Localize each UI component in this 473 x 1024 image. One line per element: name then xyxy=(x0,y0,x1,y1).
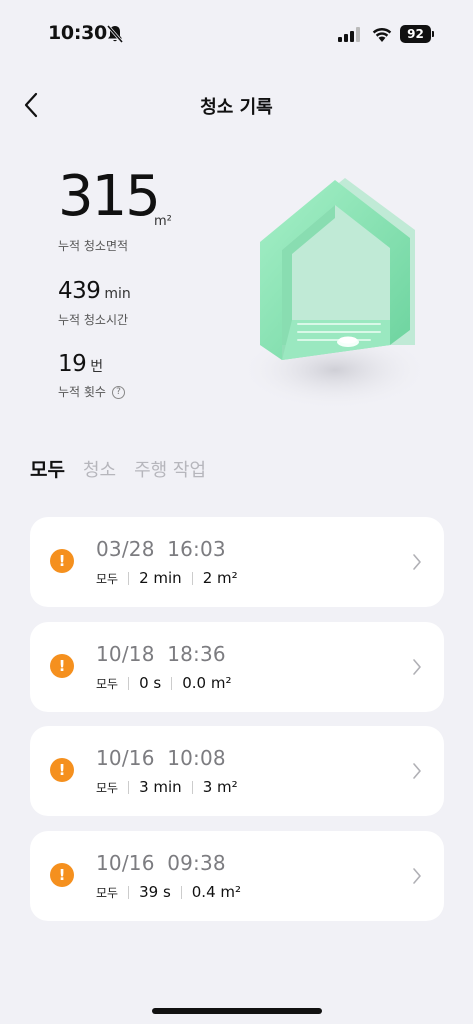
chevron-right-icon xyxy=(413,659,421,675)
chevron-right-icon xyxy=(413,868,421,884)
record-meta: 모두 2 min 2 m² xyxy=(96,569,238,587)
divider xyxy=(191,780,193,794)
record-meta: 모두 39 s 0.4 m² xyxy=(96,883,241,901)
status-bar: 10:30 92 xyxy=(0,0,473,60)
warning-icon: ! xyxy=(50,863,74,887)
tab-all[interactable]: 모두 xyxy=(30,455,65,482)
record-mode: 모두 xyxy=(96,676,119,691)
warning-icon: ! xyxy=(50,654,74,678)
page-title: 청소 기록 xyxy=(200,97,273,118)
time-label: 누적 청소시간 xyxy=(58,313,129,327)
area-label: 누적 청소면적 xyxy=(58,239,129,253)
count-label: 누적 횟수 xyxy=(58,385,106,399)
warning-icon: ! xyxy=(50,549,74,573)
record-area: 2 m² xyxy=(202,569,238,587)
time-unit: min xyxy=(104,286,131,302)
filter-tabs: 모두 청소 주행 작업 xyxy=(30,455,206,485)
record-mode: 모두 xyxy=(96,780,119,795)
warning-icon: ! xyxy=(50,758,74,782)
record-date: 03/28 16:03 xyxy=(96,537,226,561)
chevron-right-icon xyxy=(413,763,421,779)
record-card[interactable]: ! 03/28 16:03 모두 2 min 2 m² xyxy=(30,517,444,607)
battery-icon: 92 xyxy=(400,25,431,43)
status-time: 10:30 xyxy=(48,22,107,44)
record-card[interactable]: ! 10/16 10:08 모두 3 min 3 m² xyxy=(30,726,444,816)
record-duration: 2 min xyxy=(139,569,182,587)
record-card[interactable]: ! 10/18 18:36 모두 0 s 0.0 m² xyxy=(30,622,444,712)
signal-icon xyxy=(338,27,360,42)
record-area: 0.4 m² xyxy=(191,883,242,901)
divider xyxy=(191,571,193,585)
area-unit: m² xyxy=(154,214,172,229)
record-date: 10/18 18:36 xyxy=(96,642,226,666)
divider xyxy=(128,571,130,585)
divider xyxy=(128,885,130,899)
record-mode: 모두 xyxy=(96,885,119,900)
record-meta: 모두 0 s 0.0 m² xyxy=(96,674,231,692)
wifi-icon xyxy=(372,27,392,42)
record-mode: 모두 xyxy=(96,571,119,586)
divider xyxy=(128,676,130,690)
chevron-right-icon xyxy=(413,554,421,570)
tab-drive-task[interactable]: 주행 작업 xyxy=(134,456,206,482)
record-area: 3 m² xyxy=(202,778,238,796)
count-value: 19 xyxy=(58,351,87,377)
record-duration: 0 s xyxy=(139,674,162,692)
bell-off-icon xyxy=(107,25,123,43)
count-label-row: 누적 횟수? xyxy=(58,383,125,400)
tab-clean[interactable]: 청소 xyxy=(83,456,116,482)
count-unit: 번 xyxy=(90,359,104,375)
record-date: 10/16 09:38 xyxy=(96,851,226,875)
record-duration: 39 s xyxy=(139,883,171,901)
time-stat: 439 min xyxy=(58,278,131,304)
house-illustration xyxy=(240,178,430,410)
divider xyxy=(180,885,182,899)
info-icon[interactable]: ? xyxy=(111,386,125,399)
time-value: 439 xyxy=(58,278,101,304)
area-value: 315 xyxy=(58,164,161,229)
record-date: 10/16 10:08 xyxy=(96,746,226,770)
count-stat: 19 번 xyxy=(58,351,103,377)
record-meta: 모두 3 min 3 m² xyxy=(96,778,238,796)
record-area: 0.0 m² xyxy=(182,674,232,692)
battery-cap xyxy=(432,31,434,37)
divider xyxy=(171,676,173,690)
record-card[interactable]: ! 10/16 09:38 모두 39 s 0.4 m² xyxy=(30,831,444,921)
home-indicator[interactable] xyxy=(152,1008,322,1014)
record-duration: 3 min xyxy=(139,778,182,796)
divider xyxy=(128,780,130,794)
